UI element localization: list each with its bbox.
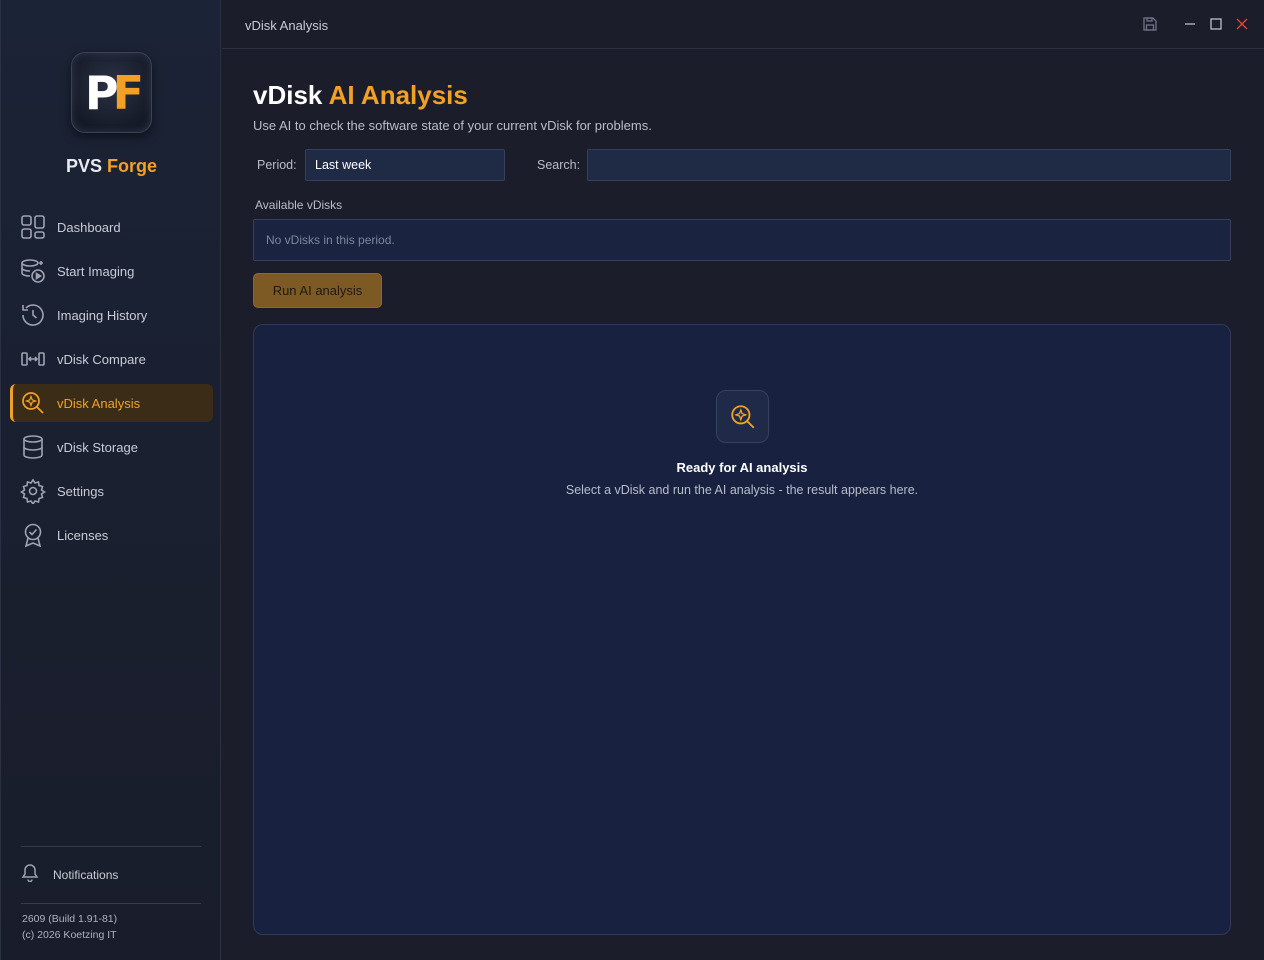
sidebar-item-label: Start Imaging [57,263,135,279]
run-ai-analysis-button[interactable]: Run AI analysis [253,273,382,308]
gear-icon [18,476,48,506]
page-subtitle: Use AI to check the software state of yo… [253,118,652,133]
available-vdisks-label: Available vDisks [255,198,343,212]
sidebar-item-licenses[interactable]: Licenses [10,516,213,554]
history-icon [18,300,48,330]
bell-icon [21,862,39,887]
dashboard-icon [18,212,48,242]
title-bar: vDisk Analysis [222,0,1264,49]
sidebar-item-vdisk-analysis[interactable]: vDisk Analysis [10,384,213,422]
maximize-icon[interactable] [1206,14,1226,34]
page-title-part1: vDisk [253,80,323,110]
search-label: Search: [537,158,581,172]
sidebar-item-vdisk-storage[interactable]: vDisk Storage [10,428,213,466]
notifications-button[interactable]: Notifications [21,862,118,887]
period-label: Period: [257,158,297,172]
brand-name-part1: PVS [65,156,102,176]
sidebar-item-vdisk-compare[interactable]: vDisk Compare [10,340,213,378]
notifications-label: Notifications [53,867,119,882]
brand-name-part2: Forge [107,156,158,176]
copyright-text: (c) 2026 Koetzing IT [22,929,117,941]
vdisk-list[interactable]: No vDisks in this period. [253,219,1231,261]
sidebar-item-label: Dashboard [57,219,121,235]
app-logo: PF [71,52,152,133]
sidebar-item-label: Licenses [57,527,109,543]
ai-search-icon [716,390,769,443]
sidebar-item-label: vDisk Analysis [57,395,141,411]
result-panel: Ready for AI analysis Select a vDisk and… [253,324,1231,935]
result-panel-title: Ready for AI analysis [676,460,808,475]
sidebar-divider [21,846,201,847]
page-title: vDisk AI Analysis [253,80,468,111]
sidebar-divider [21,903,201,904]
sidebar-item-label: Settings [57,483,104,499]
empty-list-text: No vDisks in this period. [266,233,395,247]
window-title: vDisk Analysis [245,18,329,33]
brand-name: PVS Forge [1,156,222,177]
page-title-part2: AI Analysis [328,80,468,110]
database-icon [18,432,48,462]
period-select[interactable]: Last week [305,149,505,181]
sidebar-item-imaging-history[interactable]: Imaging History [10,296,213,334]
start-imaging-icon [18,256,48,286]
ai-search-icon [18,388,48,418]
logo-letter-p: P [84,65,119,120]
compare-icon [18,344,48,374]
version-text: 2609 (Build 1.91-81) [22,913,118,925]
logo-letter-f: F [112,65,145,120]
license-icon [18,520,48,550]
sidebar-item-start-imaging[interactable]: Start Imaging [10,252,213,290]
save-icon[interactable] [1140,14,1160,34]
sidebar-item-label: Imaging History [57,307,148,323]
close-icon[interactable] [1232,14,1252,34]
sidebar: PF PVS Forge Dashboard Start Imaging Ima… [0,0,221,960]
sidebar-item-dashboard[interactable]: Dashboard [10,208,213,246]
run-button-label: Run AI analysis [272,283,363,298]
sidebar-item-label: vDisk Compare [57,351,146,367]
minimize-icon[interactable] [1180,14,1200,34]
period-value: Last week [315,158,372,172]
search-input[interactable] [587,149,1231,181]
sidebar-item-settings[interactable]: Settings [10,472,213,510]
result-panel-subtitle: Select a vDisk and run the AI analysis -… [565,483,919,497]
sidebar-item-label: vDisk Storage [57,439,138,455]
